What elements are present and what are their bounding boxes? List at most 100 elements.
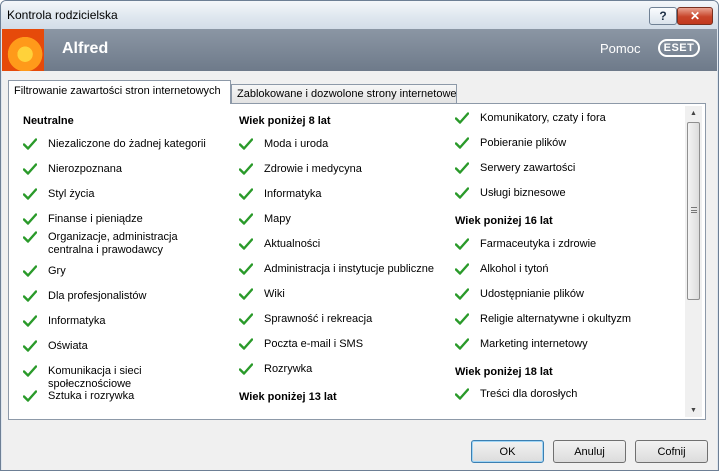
check-icon[interactable] — [22, 340, 38, 352]
check-icon[interactable] — [238, 263, 254, 275]
scroll-down-arrow-icon[interactable]: ▼ — [685, 403, 702, 417]
age-group-heading: Wiek poniżej 8 lat — [239, 115, 331, 127]
category-label: Komunikatory, czaty i fora — [480, 112, 606, 124]
category-checkbox[interactable]: Styl życia — [22, 188, 223, 202]
category-label: Poczta e-mail i SMS — [264, 338, 364, 350]
category-checkbox[interactable]: Mapy — [238, 213, 439, 227]
main-panel: Filtrowanie zawartości stron internetowy… — [2, 71, 717, 470]
ok-button[interactable]: OK — [471, 440, 544, 463]
category-checkbox[interactable]: Usługi biznesowe — [454, 187, 655, 201]
check-icon[interactable] — [22, 163, 38, 175]
check-icon[interactable] — [238, 338, 254, 350]
category-checkbox[interactable]: Treści dla dorosłych — [454, 388, 655, 402]
category-checkbox[interactable]: Finanse i pieniądze — [22, 213, 223, 227]
category-checkbox[interactable]: Serwery zawartości — [454, 162, 655, 176]
category-checkbox[interactable]: Oświata — [22, 340, 223, 354]
category-label: Udostępnianie plików — [480, 288, 584, 300]
category-checkbox[interactable]: Organizacje, administracja centralna i p… — [22, 231, 223, 259]
category-checkbox[interactable]: Zdrowie i medycyna — [238, 163, 439, 177]
check-icon[interactable] — [454, 288, 470, 300]
help-link[interactable]: Pomoc — [600, 41, 640, 56]
check-icon[interactable] — [454, 313, 470, 325]
check-icon[interactable] — [22, 365, 38, 377]
check-icon[interactable] — [454, 137, 470, 149]
check-icon[interactable] — [238, 163, 254, 175]
category-checkbox[interactable]: Nierozpoznana — [22, 163, 223, 177]
check-icon[interactable] — [454, 263, 470, 275]
check-icon[interactable] — [22, 138, 38, 150]
flower-avatar-icon — [2, 29, 44, 71]
category-label: Gry — [48, 265, 66, 277]
category-checkbox[interactable]: Informatyka — [22, 315, 223, 329]
check-icon[interactable] — [22, 290, 38, 302]
check-icon[interactable] — [22, 213, 38, 225]
check-icon[interactable] — [238, 313, 254, 325]
category-list-panel: Neutralne Niezaliczone do żadnej kategori… — [8, 103, 706, 420]
category-label: Moda i uroda — [264, 138, 329, 150]
age-group-heading: Wiek poniżej 18 lat — [455, 366, 553, 378]
category-label: Zdrowie i medycyna — [264, 163, 362, 175]
category-checkbox[interactable]: Aktualności — [238, 238, 439, 252]
check-icon[interactable] — [22, 188, 38, 200]
category-checkbox[interactable]: Niezaliczone do żadnej kategorii — [22, 138, 223, 152]
category-checkbox[interactable]: Sztuka i rozrywka — [22, 390, 223, 404]
tab-web-content-filtering[interactable]: Filtrowanie zawartości stron internetowy… — [8, 80, 231, 104]
help-titlebar-button[interactable]: ? — [649, 7, 677, 25]
category-label: Sprawność i rekreacja — [264, 313, 373, 325]
check-icon[interactable] — [22, 390, 38, 402]
user-header: Alfred Pomoc eset — [2, 29, 717, 71]
check-icon[interactable] — [454, 238, 470, 250]
check-icon[interactable] — [238, 213, 254, 225]
back-button[interactable]: Cofnij — [635, 440, 708, 463]
check-icon[interactable] — [22, 231, 38, 243]
eset-logo-text: eset — [663, 42, 695, 54]
category-checkbox[interactable]: Moda i uroda — [238, 138, 439, 152]
cancel-button[interactable]: Anuluj — [553, 440, 626, 463]
titlebar: Kontrola rodzicielska ? ✕ — [1, 1, 718, 29]
category-checkbox[interactable]: Farmaceutyka i zdrowie — [454, 238, 655, 252]
category-checkbox[interactable]: Pobieranie plików — [454, 137, 655, 151]
window-title: Kontrola rodzicielska — [7, 8, 118, 22]
category-label: Informatyka — [48, 315, 106, 327]
scrollbar-thumb[interactable] — [687, 122, 700, 300]
category-checkbox[interactable]: Komunikacja i sieci społecznościowe — [22, 365, 223, 390]
check-icon[interactable] — [238, 138, 254, 150]
category-label: Usługi biznesowe — [480, 187, 566, 199]
check-icon[interactable] — [238, 363, 254, 375]
category-checkbox[interactable]: Gry — [22, 265, 223, 279]
check-icon[interactable] — [454, 338, 470, 350]
category-checkbox[interactable]: Religie alternatywne i okultyzm — [454, 313, 655, 327]
category-checkbox[interactable]: Marketing internetowy — [454, 338, 655, 352]
eset-logo: eset — [658, 39, 700, 57]
category-label: Religie alternatywne i okultyzm — [480, 313, 632, 325]
category-label: Wiki — [264, 288, 285, 300]
category-checkbox[interactable]: Informatyka — [238, 188, 439, 202]
check-icon[interactable] — [454, 388, 470, 400]
scroll-up-arrow-icon[interactable]: ▲ — [685, 106, 702, 120]
check-icon[interactable] — [454, 162, 470, 174]
user-name: Alfred — [62, 40, 109, 57]
close-button[interactable]: ✕ — [677, 7, 713, 25]
grip-icon — [691, 207, 697, 213]
category-label: Niezaliczone do żadnej kategorii — [48, 138, 206, 150]
vertical-scrollbar[interactable]: ▲ ▼ — [685, 106, 702, 417]
check-icon[interactable] — [238, 288, 254, 300]
age-group-heading: Wiek poniżej 16 lat — [455, 215, 553, 227]
category-checkbox[interactable]: Wiki — [238, 288, 439, 302]
check-icon[interactable] — [454, 112, 470, 124]
category-checkbox[interactable]: Rozrywka — [238, 363, 439, 377]
category-checkbox[interactable]: Sprawność i rekreacja — [238, 313, 439, 327]
check-icon[interactable] — [22, 265, 38, 277]
tab-blocked-allowed-sites[interactable]: Zablokowane i dozwolone strony interneto… — [231, 84, 457, 104]
check-icon[interactable] — [454, 187, 470, 199]
category-checkbox[interactable]: Poczta e-mail i SMS — [238, 338, 439, 352]
category-checkbox[interactable]: Dla profesjonalistów — [22, 290, 223, 304]
category-checkbox[interactable]: Komunikatory, czaty i fora — [454, 112, 655, 126]
category-checkbox[interactable]: Udostępnianie plików — [454, 288, 655, 302]
check-icon[interactable] — [22, 315, 38, 327]
check-icon[interactable] — [238, 188, 254, 200]
category-checkbox[interactable]: Administracja i instytucje publiczne — [238, 263, 439, 277]
category-label: Treści dla dorosłych — [480, 388, 578, 400]
category-checkbox[interactable]: Alkohol i tytoń — [454, 263, 655, 277]
check-icon[interactable] — [238, 238, 254, 250]
